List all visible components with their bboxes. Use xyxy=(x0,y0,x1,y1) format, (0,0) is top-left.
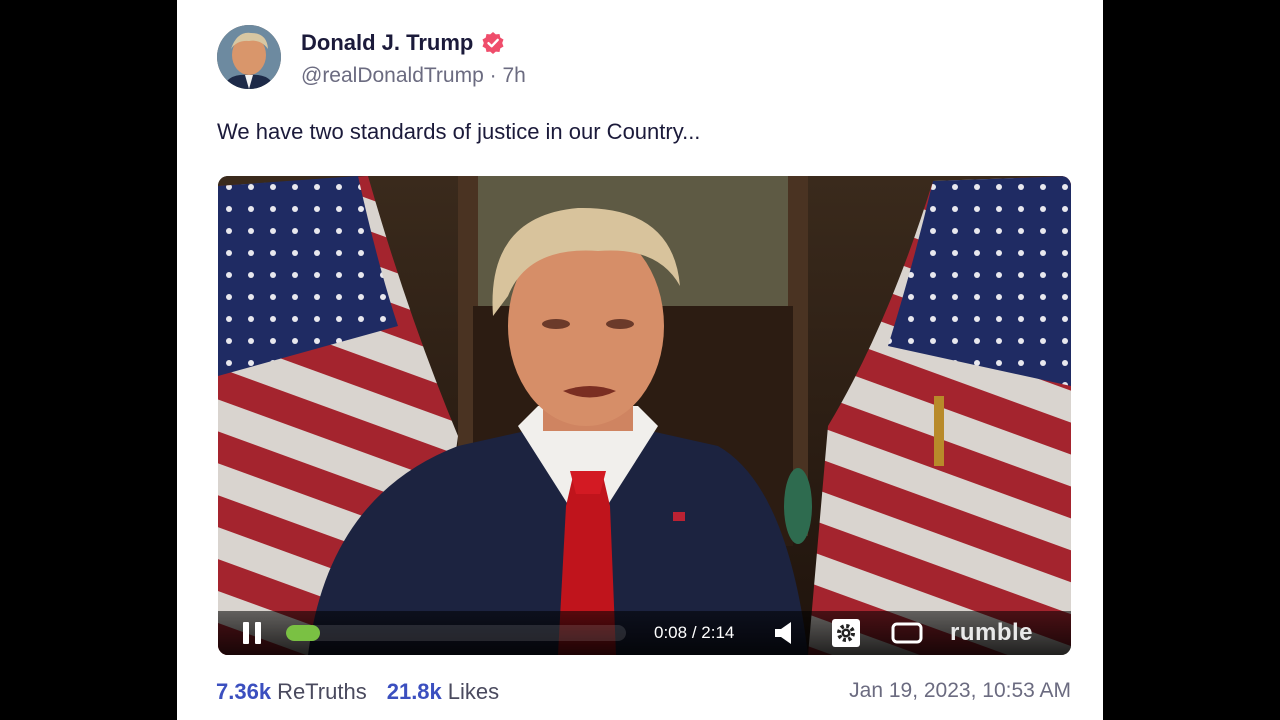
video-frame xyxy=(218,176,1071,655)
pause-icon xyxy=(243,622,261,644)
separator-dot: · xyxy=(483,64,503,87)
author-name[interactable]: Donald J. Trump xyxy=(301,30,473,56)
time-display: 0:08 / 2:14 xyxy=(654,611,734,655)
time-separator: / xyxy=(687,623,702,642)
author-avatar[interactable] xyxy=(217,25,281,89)
author-row: Donald J. Trump xyxy=(301,30,505,56)
progress-bar[interactable] xyxy=(286,611,626,655)
progress-track[interactable] xyxy=(286,625,626,641)
author-handle[interactable]: @realDonaldTrump xyxy=(301,64,484,87)
likes-stat[interactable]: 21.8k Likes xyxy=(387,679,499,705)
settings-button[interactable] xyxy=(830,611,862,655)
retruths-count: 7.36k xyxy=(216,679,272,704)
post-stats: 7.36k ReTruths 21.8k Likes xyxy=(216,679,499,705)
post-timestamp: Jan 19, 2023, 10:53 AM xyxy=(849,679,1071,702)
post-age[interactable]: 7h xyxy=(502,64,525,87)
likes-count: 21.8k xyxy=(386,679,442,704)
volume-button[interactable] xyxy=(770,611,798,655)
fullscreen-button[interactable] xyxy=(890,611,924,655)
pause-button[interactable] xyxy=(238,611,266,655)
post-card: Donald J. Trump @realDonaldTrump · 7h We… xyxy=(177,0,1103,720)
verified-badge-icon xyxy=(482,32,504,54)
volume-icon xyxy=(775,622,791,644)
current-time: 0:08 xyxy=(654,623,688,642)
post-text: We have two standards of justice in our … xyxy=(217,119,701,144)
retruths-label: ReTruths xyxy=(277,679,367,704)
retruths-stat[interactable]: 7.36k ReTruths xyxy=(216,679,367,705)
video-player[interactable]: 0:08 / 2:14 rumble xyxy=(218,176,1071,655)
progress-fill xyxy=(286,625,320,641)
settings-gear-icon xyxy=(832,619,860,647)
video-controls: 0:08 / 2:14 rumble xyxy=(218,611,1071,655)
author-handle-row: @realDonaldTrump · 7h xyxy=(301,64,526,88)
fullscreen-icon xyxy=(891,622,923,644)
likes-label: Likes xyxy=(447,679,500,704)
rumble-logo[interactable]: rumble xyxy=(950,611,1033,655)
duration: 2:14 xyxy=(701,623,735,642)
